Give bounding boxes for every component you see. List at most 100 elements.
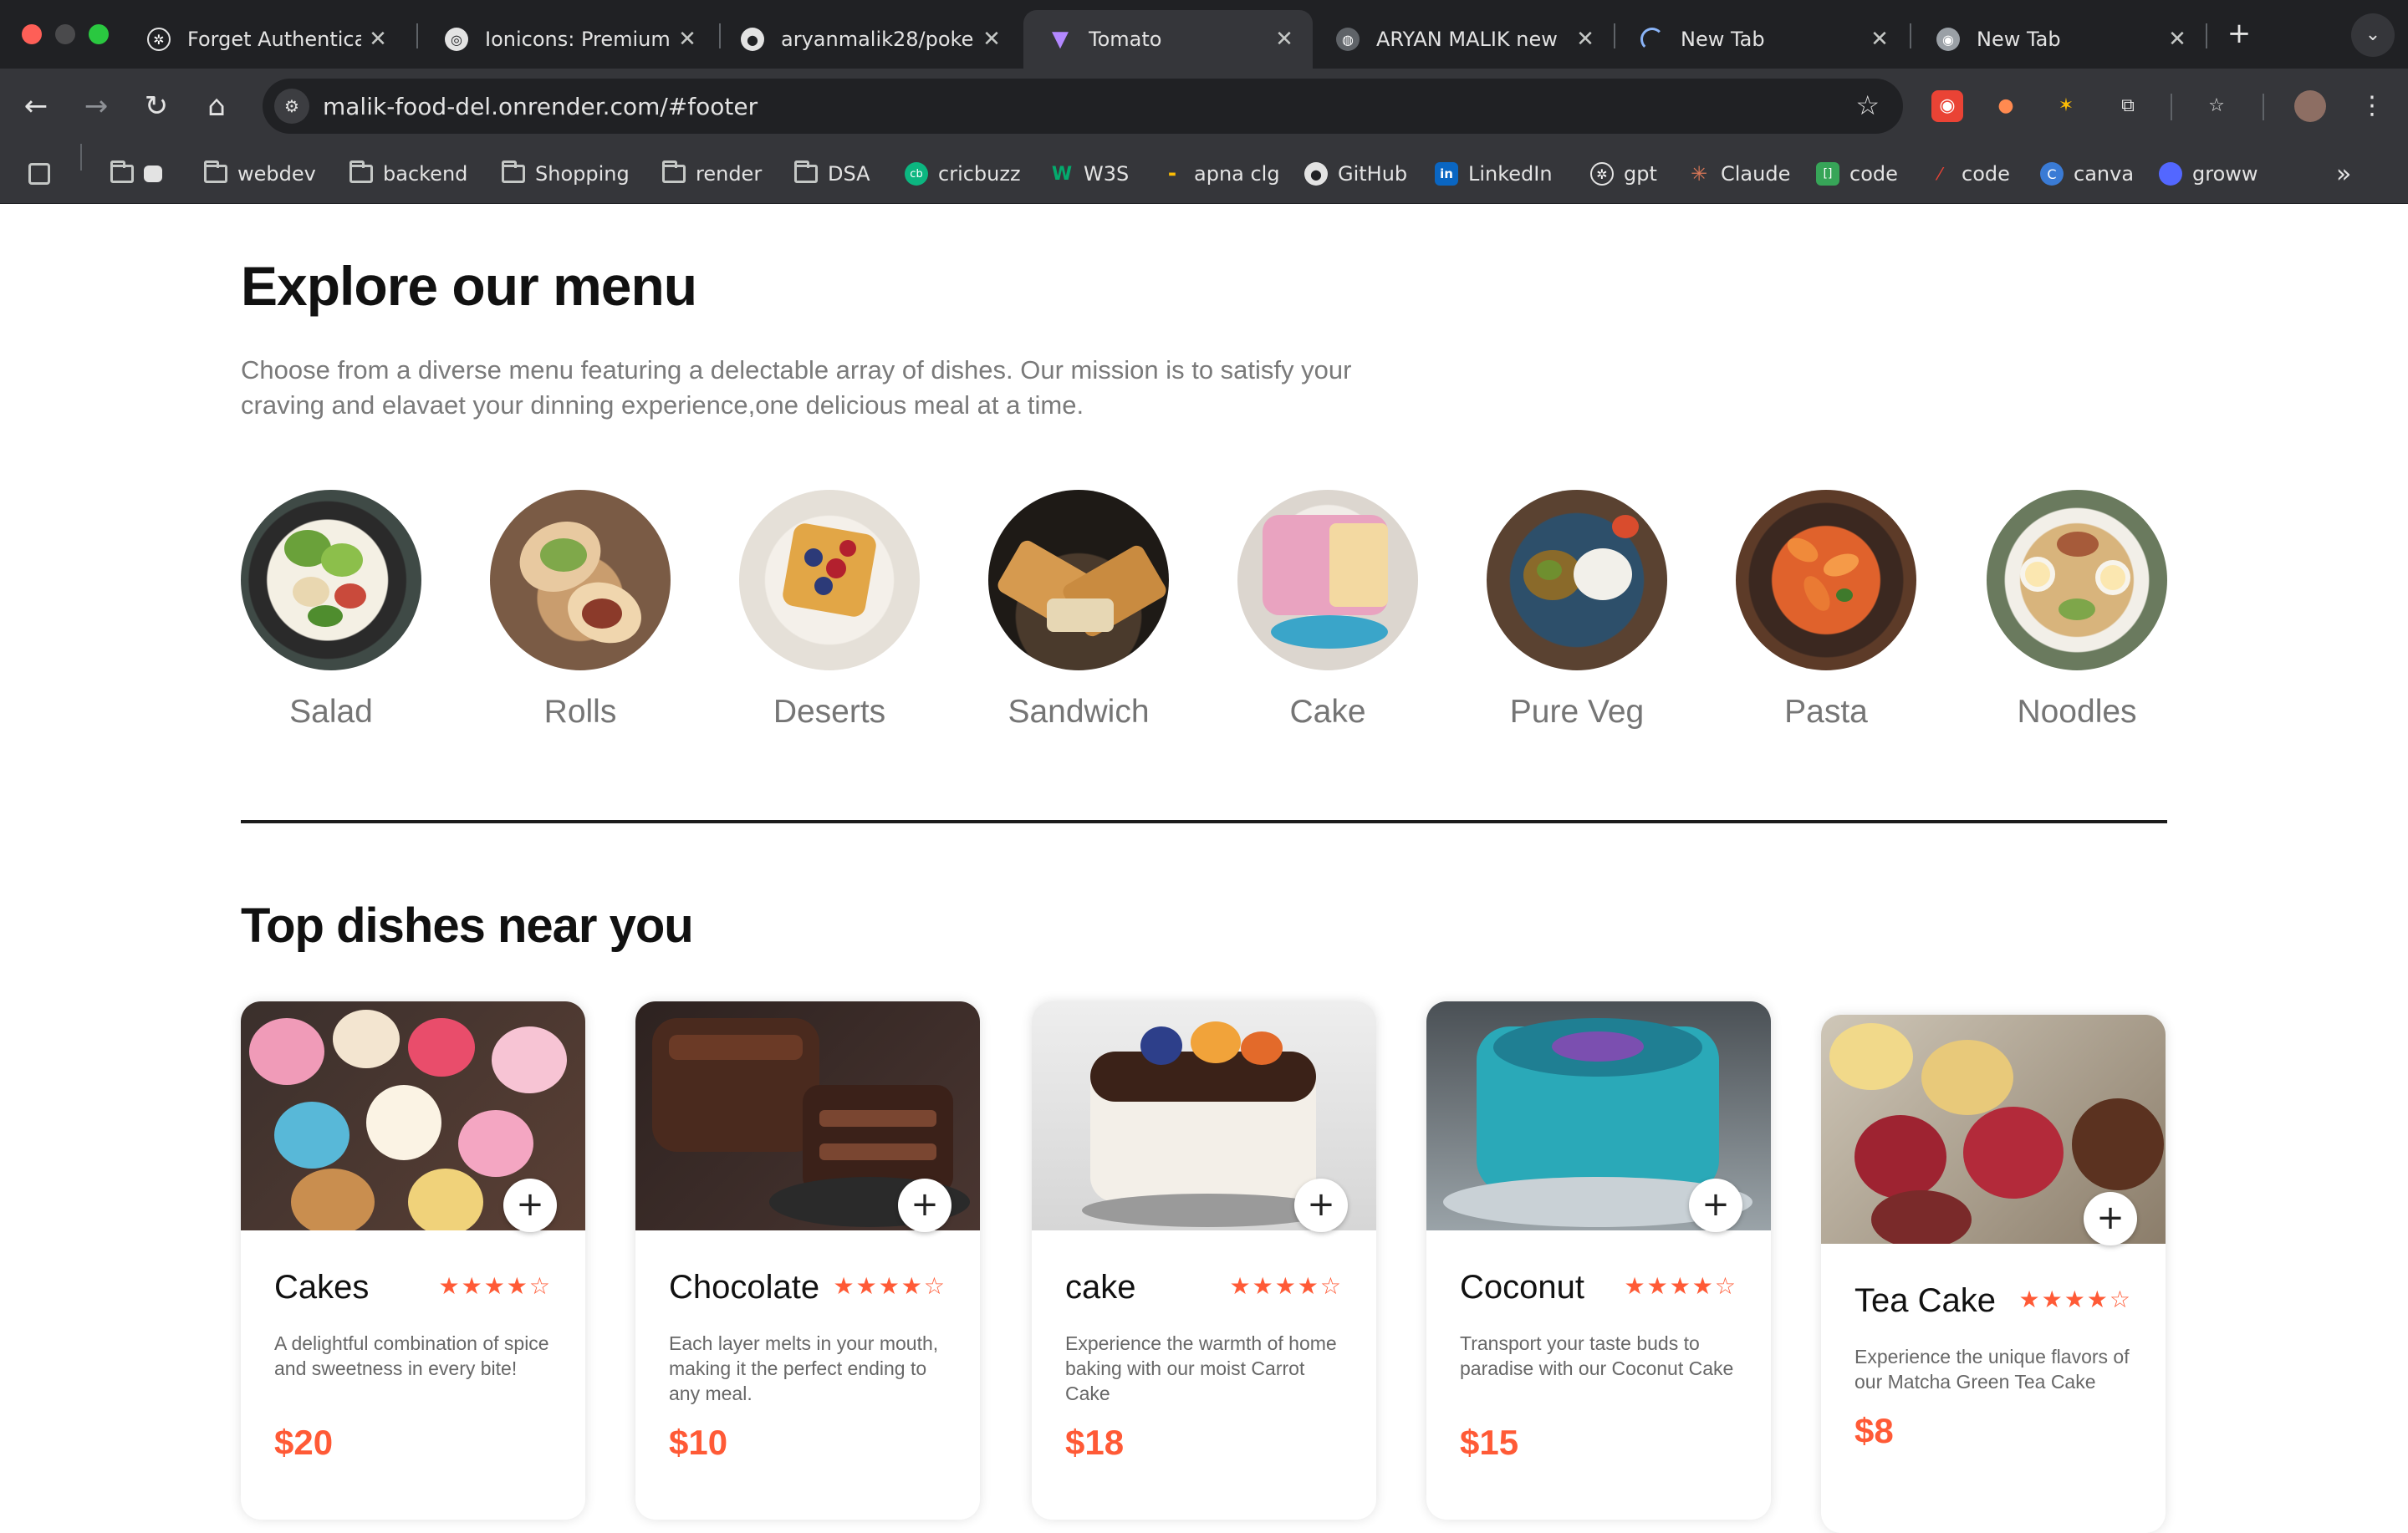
web-page: Explore our menu Choose from a diverse m… — [0, 204, 2408, 1533]
menu-category-salad[interactable]: Salad — [241, 490, 421, 731]
browser-tab[interactable]: ◍ ARYAN MALIK new ✕ — [1311, 10, 1614, 69]
add-to-cart-button[interactable]: + — [1294, 1179, 1348, 1232]
recorder-extension-icon[interactable]: ◉ — [1931, 90, 1963, 122]
category-label: Cake — [1289, 694, 1366, 730]
loading-spinner-icon — [1640, 28, 1664, 51]
bookmark-label: DSA — [828, 162, 870, 186]
menu-category-deserts[interactable]: Deserts — [739, 490, 920, 731]
dish-card-tea-cake[interactable]: + Tea Cake ★★★★☆ Experience the unique f… — [1821, 1015, 2166, 1533]
close-tab-icon[interactable]: ✕ — [975, 27, 1008, 52]
browser-toolbar: ← → ↻ ⌂ ⚙ malik-food-del.onrender.com/#f… — [0, 69, 2408, 144]
rating-stars-icon: ★★★★☆ — [833, 1272, 946, 1300]
close-tab-icon[interactable]: ✕ — [671, 27, 704, 52]
category-label: Sandwich — [1008, 694, 1150, 730]
menu-category-cake[interactable]: Cake — [1237, 490, 1418, 731]
browser-tab-active[interactable]: ▼ Tomato ✕ — [1023, 10, 1313, 69]
more-bookmarks-icon[interactable]: » — [2336, 160, 2351, 189]
add-to-cart-button[interactable]: + — [503, 1179, 557, 1232]
bookmark-folder-shopping[interactable]: Shopping — [502, 160, 630, 187]
add-to-cart-button[interactable]: + — [2084, 1192, 2137, 1245]
reload-button[interactable]: ↻ — [137, 87, 176, 125]
profile-avatar[interactable] — [2294, 90, 2326, 122]
bookmark-code[interactable]: [] code — [1816, 160, 1898, 187]
dish-price: $10 — [669, 1423, 728, 1462]
address-bar[interactable]: ⚙ malik-food-del.onrender.com/#footer ☆ — [263, 79, 1903, 134]
menu-category-pure-veg[interactable]: Pure Veg — [1487, 490, 1667, 731]
extension-icon[interactable]: ● — [1990, 90, 2022, 122]
back-button[interactable]: ← — [17, 87, 55, 125]
extension-icon[interactable]: ✶ — [2050, 90, 2082, 122]
bookmark-groww[interactable]: groww — [2159, 160, 2258, 187]
dish-description: Each layer melts in your mouth, making i… — [669, 1332, 939, 1404]
close-tab-icon[interactable]: ✕ — [1863, 27, 1896, 52]
bookmark-label: apna clg — [1194, 162, 1280, 186]
bookmark-linkedin[interactable]: in LinkedIn — [1435, 160, 1553, 187]
browser-tab[interactable]: ● aryanmalik28/poke ✕ — [716, 10, 1020, 69]
w3schools-icon: W — [1051, 163, 1073, 185]
menu-category-noodles[interactable]: Noodles — [1987, 490, 2167, 731]
category-label: Rolls — [543, 694, 617, 730]
bookmarks-star-icon[interactable]: ☆ — [2201, 90, 2232, 122]
apna-college-icon: ▬ — [1168, 169, 1176, 179]
window-close-button[interactable] — [22, 24, 42, 44]
dish-description: Experience the unique flavors of our Mat… — [1854, 1346, 2130, 1393]
tab-title: New Tab — [1681, 28, 1765, 51]
bookmark-cricbuzz[interactable]: cb cricbuzz — [905, 160, 1021, 187]
site-info-icon[interactable]: ⚙ — [274, 89, 309, 124]
dish-card-cakes[interactable]: + Cakes ★★★★☆ A delightful combination o… — [241, 1001, 585, 1520]
home-button[interactable]: ⌂ — [197, 87, 236, 125]
bookmark-folder[interactable] — [110, 160, 172, 187]
category-label: Pure Veg — [1509, 694, 1645, 730]
close-tab-icon[interactable]: ✕ — [2161, 27, 2194, 52]
bookmark-code[interactable]: ⁄ code — [1928, 160, 2010, 187]
menu-category-rolls[interactable]: Rolls — [490, 490, 671, 731]
window-minimize-button[interactable] — [55, 24, 75, 44]
explore-menu-description: Choose from a diverse menu featuring a d… — [241, 355, 1352, 420]
add-to-cart-button[interactable]: + — [898, 1179, 951, 1232]
browser-tab[interactable]: ◉ New Tab ✕ — [1911, 10, 2206, 69]
apps-grid-icon[interactable] — [28, 160, 60, 187]
dish-description: A delightful combination of spice and sw… — [274, 1332, 549, 1379]
bookmark-apna-clg[interactable]: ▬ apna clg — [1161, 160, 1280, 187]
add-to-cart-button[interactable]: + — [1689, 1179, 1742, 1232]
dish-card-chocolate[interactable]: + Chocolate ★★★★☆ Each layer melts in yo… — [635, 1001, 980, 1520]
github-icon: ● — [741, 28, 764, 51]
bookmark-label: webdev — [237, 162, 316, 186]
bookmarks-bar: webdev backend Shopping render DSA cb cri… — [0, 144, 2408, 204]
rating-stars-icon: ★★★★☆ — [2018, 1286, 2132, 1313]
dish-card-coconut[interactable]: + Coconut ★★★★☆ Transport your taste bud… — [1426, 1001, 1771, 1520]
dish-card-cake[interactable]: + cake ★★★★☆ Experience the warmth of ho… — [1032, 1001, 1376, 1520]
bookmark-gpt[interactable]: ✲ gpt — [1590, 160, 1657, 187]
bookmark-folder-render[interactable]: render — [662, 160, 762, 187]
bookmark-star-icon[interactable]: ☆ — [1855, 89, 1880, 121]
forward-button[interactable]: → — [77, 87, 115, 125]
dish-price: $15 — [1460, 1423, 1519, 1462]
bookmark-github[interactable]: ● GitHub — [1304, 160, 1407, 187]
openai-icon: ✲ — [147, 28, 171, 51]
category-label: Pasta — [1784, 694, 1868, 730]
bookmark-label: cricbuzz — [938, 162, 1021, 186]
browser-tab[interactable]: ◎ Ionicons: Premium ✕ — [420, 10, 716, 69]
bookmark-folder-webdev[interactable]: webdev — [204, 160, 316, 187]
browser-tab[interactable]: New Tab ✕ — [1615, 10, 1908, 69]
new-tab-button[interactable]: + — [2221, 15, 2258, 52]
bookmark-label: code — [1849, 162, 1898, 186]
tab-title: ARYAN MALIK new — [1376, 28, 1558, 51]
menu-category-sandwich[interactable]: Sandwich — [988, 490, 1169, 731]
close-tab-icon[interactable]: ✕ — [1569, 27, 1602, 52]
bookmark-canva[interactable]: Ccanva — [2040, 160, 2134, 187]
close-tab-icon[interactable]: ✕ — [361, 27, 395, 52]
tab-search-button[interactable]: ⌄ — [2351, 13, 2395, 57]
url-text[interactable]: malik-food-del.onrender.com/#footer — [323, 93, 758, 120]
more-menu-icon[interactable]: ⋮ — [2356, 90, 2388, 122]
puzzle-extensions-icon[interactable]: ⧉ — [2112, 90, 2144, 122]
bookmark-folder-backend[interactable]: backend — [349, 160, 467, 187]
bookmark-label: render — [696, 162, 763, 186]
bookmark-claude[interactable]: ✳ Claude — [1687, 160, 1790, 187]
browser-tab[interactable]: ✲ Forget Authenticat ✕ — [122, 10, 406, 69]
bookmark-w3s[interactable]: W W3S — [1050, 160, 1129, 187]
close-tab-icon[interactable]: ✕ — [1268, 27, 1301, 52]
bookmark-folder-dsa[interactable]: DSA — [794, 160, 870, 187]
menu-category-pasta[interactable]: Pasta — [1736, 490, 1916, 731]
window-zoom-button[interactable] — [89, 24, 109, 44]
